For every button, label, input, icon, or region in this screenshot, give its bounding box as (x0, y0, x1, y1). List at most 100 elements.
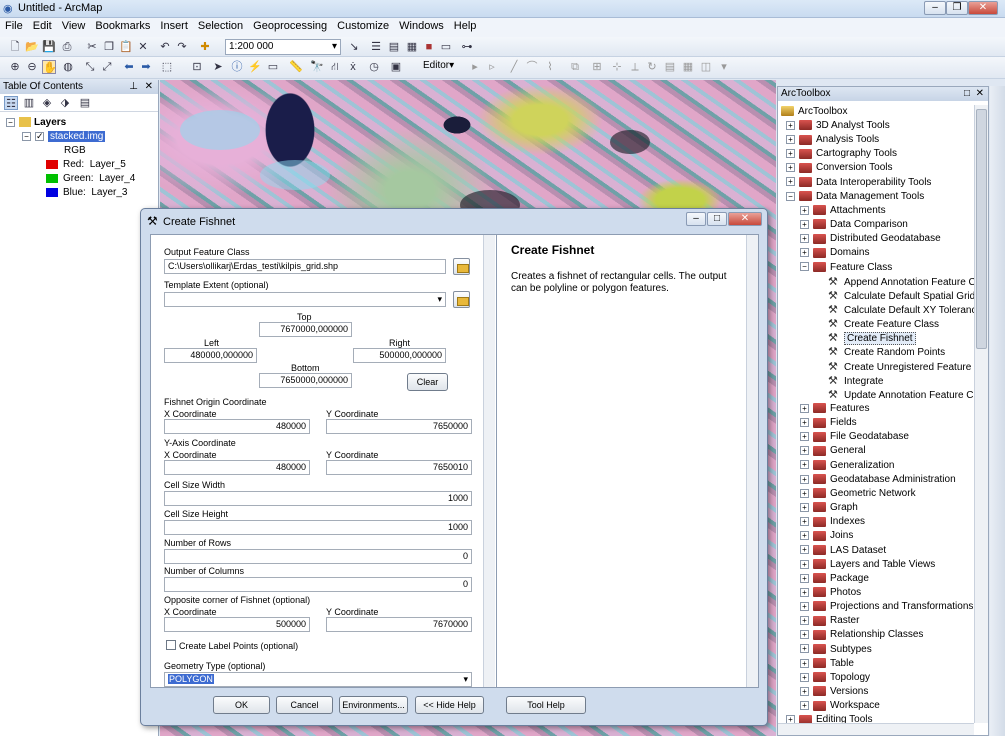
expand-icon[interactable]: + (800, 658, 809, 668)
expand-icon[interactable]: + (800, 531, 809, 541)
toolbox-item[interactable]: + Package (800, 572, 869, 586)
expand-icon[interactable]: + (786, 177, 795, 187)
open-icon[interactable]: 📂 (25, 40, 39, 54)
toolbox-item[interactable]: + Relationship Classes (800, 628, 923, 642)
list-by-selection-icon[interactable]: ⬗ (58, 96, 72, 110)
arctoolbox-window-icon[interactable]: ■ (422, 40, 436, 54)
viewer-icon[interactable]: ▣ (389, 60, 403, 74)
expand-icon[interactable]: + (800, 219, 809, 229)
menu-windows[interactable]: Windows (394, 18, 449, 32)
toolbox-item[interactable]: + General (800, 444, 866, 458)
cut-polygons-icon[interactable]: ⊹ (610, 60, 624, 74)
toolbox-item[interactable]: + Data Interoperability Tools (786, 176, 931, 190)
hide-help-button[interactable]: << Hide Help (415, 696, 484, 714)
redo-icon[interactable]: ↷ (175, 40, 189, 54)
undo-icon[interactable]: ↶ (158, 40, 172, 54)
fixed-zoom-out-icon[interactable]: ⤢ (100, 60, 114, 74)
select-elements-icon[interactable]: ➤ (211, 60, 225, 74)
list-by-source-icon[interactable]: ▥ (22, 96, 36, 110)
expand-icon[interactable]: + (786, 149, 795, 159)
reshape-icon[interactable]: ⊞ (590, 60, 604, 74)
collapse-icon[interactable]: − (22, 131, 31, 141)
arctoolbox-root[interactable]: ArcToolbox (781, 105, 847, 119)
pan-icon[interactable]: ✋ (42, 60, 57, 74)
menu-selection[interactable]: Selection (193, 18, 248, 32)
expand-icon[interactable]: + (800, 502, 809, 512)
toolbox-item[interactable]: + Workspace (800, 699, 880, 713)
attributes-icon[interactable]: ▤ (663, 60, 677, 74)
sketch-properties-icon[interactable]: ▦ (681, 60, 695, 74)
cell-size-height-field[interactable]: 1000 (164, 520, 472, 535)
menu-file[interactable]: File (0, 18, 28, 32)
trace-icon[interactable]: ⌇ (543, 60, 557, 74)
toolbox-item[interactable]: ⚒ Integrate (828, 374, 883, 388)
expand-icon[interactable]: + (800, 446, 809, 456)
pin-icon[interactable]: ⊥ (129, 80, 138, 94)
back-icon[interactable]: ⬅ (122, 60, 136, 74)
toolbox-item[interactable]: + Data Comparison (800, 218, 908, 232)
expand-icon[interactable]: + (800, 403, 809, 413)
editor-toolbar-icon[interactable]: ↘ (347, 40, 361, 54)
collapse-icon[interactable]: − (786, 191, 795, 201)
toolbox-item[interactable]: + Layers and Table Views (800, 558, 935, 572)
expand-icon[interactable]: + (800, 672, 809, 682)
toolbox-item[interactable]: ⚒ Calculate Default XY Tolerance (828, 303, 982, 317)
arctoolbox-vertical-scrollbar[interactable] (974, 105, 988, 723)
toolbox-item[interactable]: + Graph (800, 501, 858, 515)
cell-size-width-field[interactable]: 1000 (164, 491, 472, 506)
clear-extent-button[interactable]: Clear (407, 373, 448, 391)
menu-help[interactable]: Help (449, 18, 482, 32)
layers-node[interactable]: − Layers (6, 117, 66, 128)
delete-icon[interactable]: ✕ (136, 40, 150, 54)
dialog-minimize-button[interactable]: – (686, 212, 706, 226)
edit-annotation-icon[interactable]: ▹ (485, 60, 499, 74)
extent-right-field[interactable]: 500000,000000 (353, 348, 446, 363)
toolbox-item[interactable]: − Data Management Tools (786, 190, 924, 204)
restore-panel-icon[interactable]: □ (964, 87, 970, 101)
print-icon[interactable]: ⎙ (60, 40, 74, 54)
parameters-scrollbar[interactable] (483, 235, 495, 687)
expand-icon[interactable]: + (800, 587, 809, 597)
create-features-icon[interactable]: ◫ (699, 60, 713, 74)
editor-menu[interactable]: Editor▾ (420, 59, 462, 75)
save-icon[interactable]: 💾 (42, 40, 56, 54)
toolbox-item[interactable]: + LAS Dataset (800, 544, 886, 558)
toolbox-item[interactable]: + Photos (800, 586, 861, 600)
collapse-icon[interactable]: − (6, 117, 15, 127)
expand-icon[interactable]: + (800, 644, 809, 654)
zoom-in-icon[interactable]: ⊕ (8, 60, 22, 74)
menu-edit[interactable]: Edit (28, 18, 57, 32)
y-axis-x-field[interactable]: 480000 (164, 460, 310, 475)
toolbox-item[interactable]: + Raster (800, 614, 859, 628)
search-window-icon[interactable]: ▦ (405, 40, 419, 54)
menu-customize[interactable]: Customize (332, 18, 394, 32)
expand-icon[interactable]: + (800, 460, 809, 470)
fixed-zoom-in-icon[interactable]: ⤡ (83, 60, 97, 74)
clear-selection-icon[interactable]: ⊡ (190, 60, 204, 74)
list-by-visibility-icon[interactable]: ◈ (40, 96, 54, 110)
environments-button[interactable]: Environments... (339, 696, 408, 714)
map-scale-combo[interactable]: 1:200 000 ▾ (225, 39, 341, 55)
expand-icon[interactable]: + (800, 559, 809, 569)
expand-icon[interactable]: + (800, 630, 809, 640)
expand-icon[interactable]: + (786, 120, 795, 130)
ok-button[interactable]: OK (213, 696, 270, 714)
identify-icon[interactable]: ⓘ (230, 60, 244, 74)
new-icon[interactable]: 🗋 (8, 40, 22, 54)
close-toc-icon[interactable]: ✕ (145, 80, 153, 94)
html-popup-icon[interactable]: ▭ (266, 60, 280, 74)
output-feature-class-field[interactable]: C:\Users\ollikarj\Erdas_testi\kilpis_gri… (164, 259, 446, 274)
layer-name[interactable]: stacked.img (48, 131, 106, 142)
number-of-rows-field[interactable]: 0 (164, 549, 472, 564)
dialog-maximize-button[interactable]: □ (707, 212, 727, 226)
editor-options-icon[interactable]: ▾ (717, 60, 731, 74)
expand-icon[interactable]: + (800, 248, 809, 258)
toolbox-item[interactable]: + Fields (800, 416, 857, 430)
add-data-icon[interactable]: ✚ (198, 40, 212, 54)
expand-icon[interactable]: + (800, 432, 809, 442)
maximize-button[interactable]: ❐ (946, 1, 968, 15)
edit-vertices-icon[interactable]: ⧉ (568, 60, 582, 74)
toolbox-item[interactable]: +3D Analyst Tools (786, 119, 890, 133)
y-axis-y-field[interactable]: 7650010 (326, 460, 472, 475)
toolbox-item[interactable]: − Feature Class (800, 261, 892, 275)
